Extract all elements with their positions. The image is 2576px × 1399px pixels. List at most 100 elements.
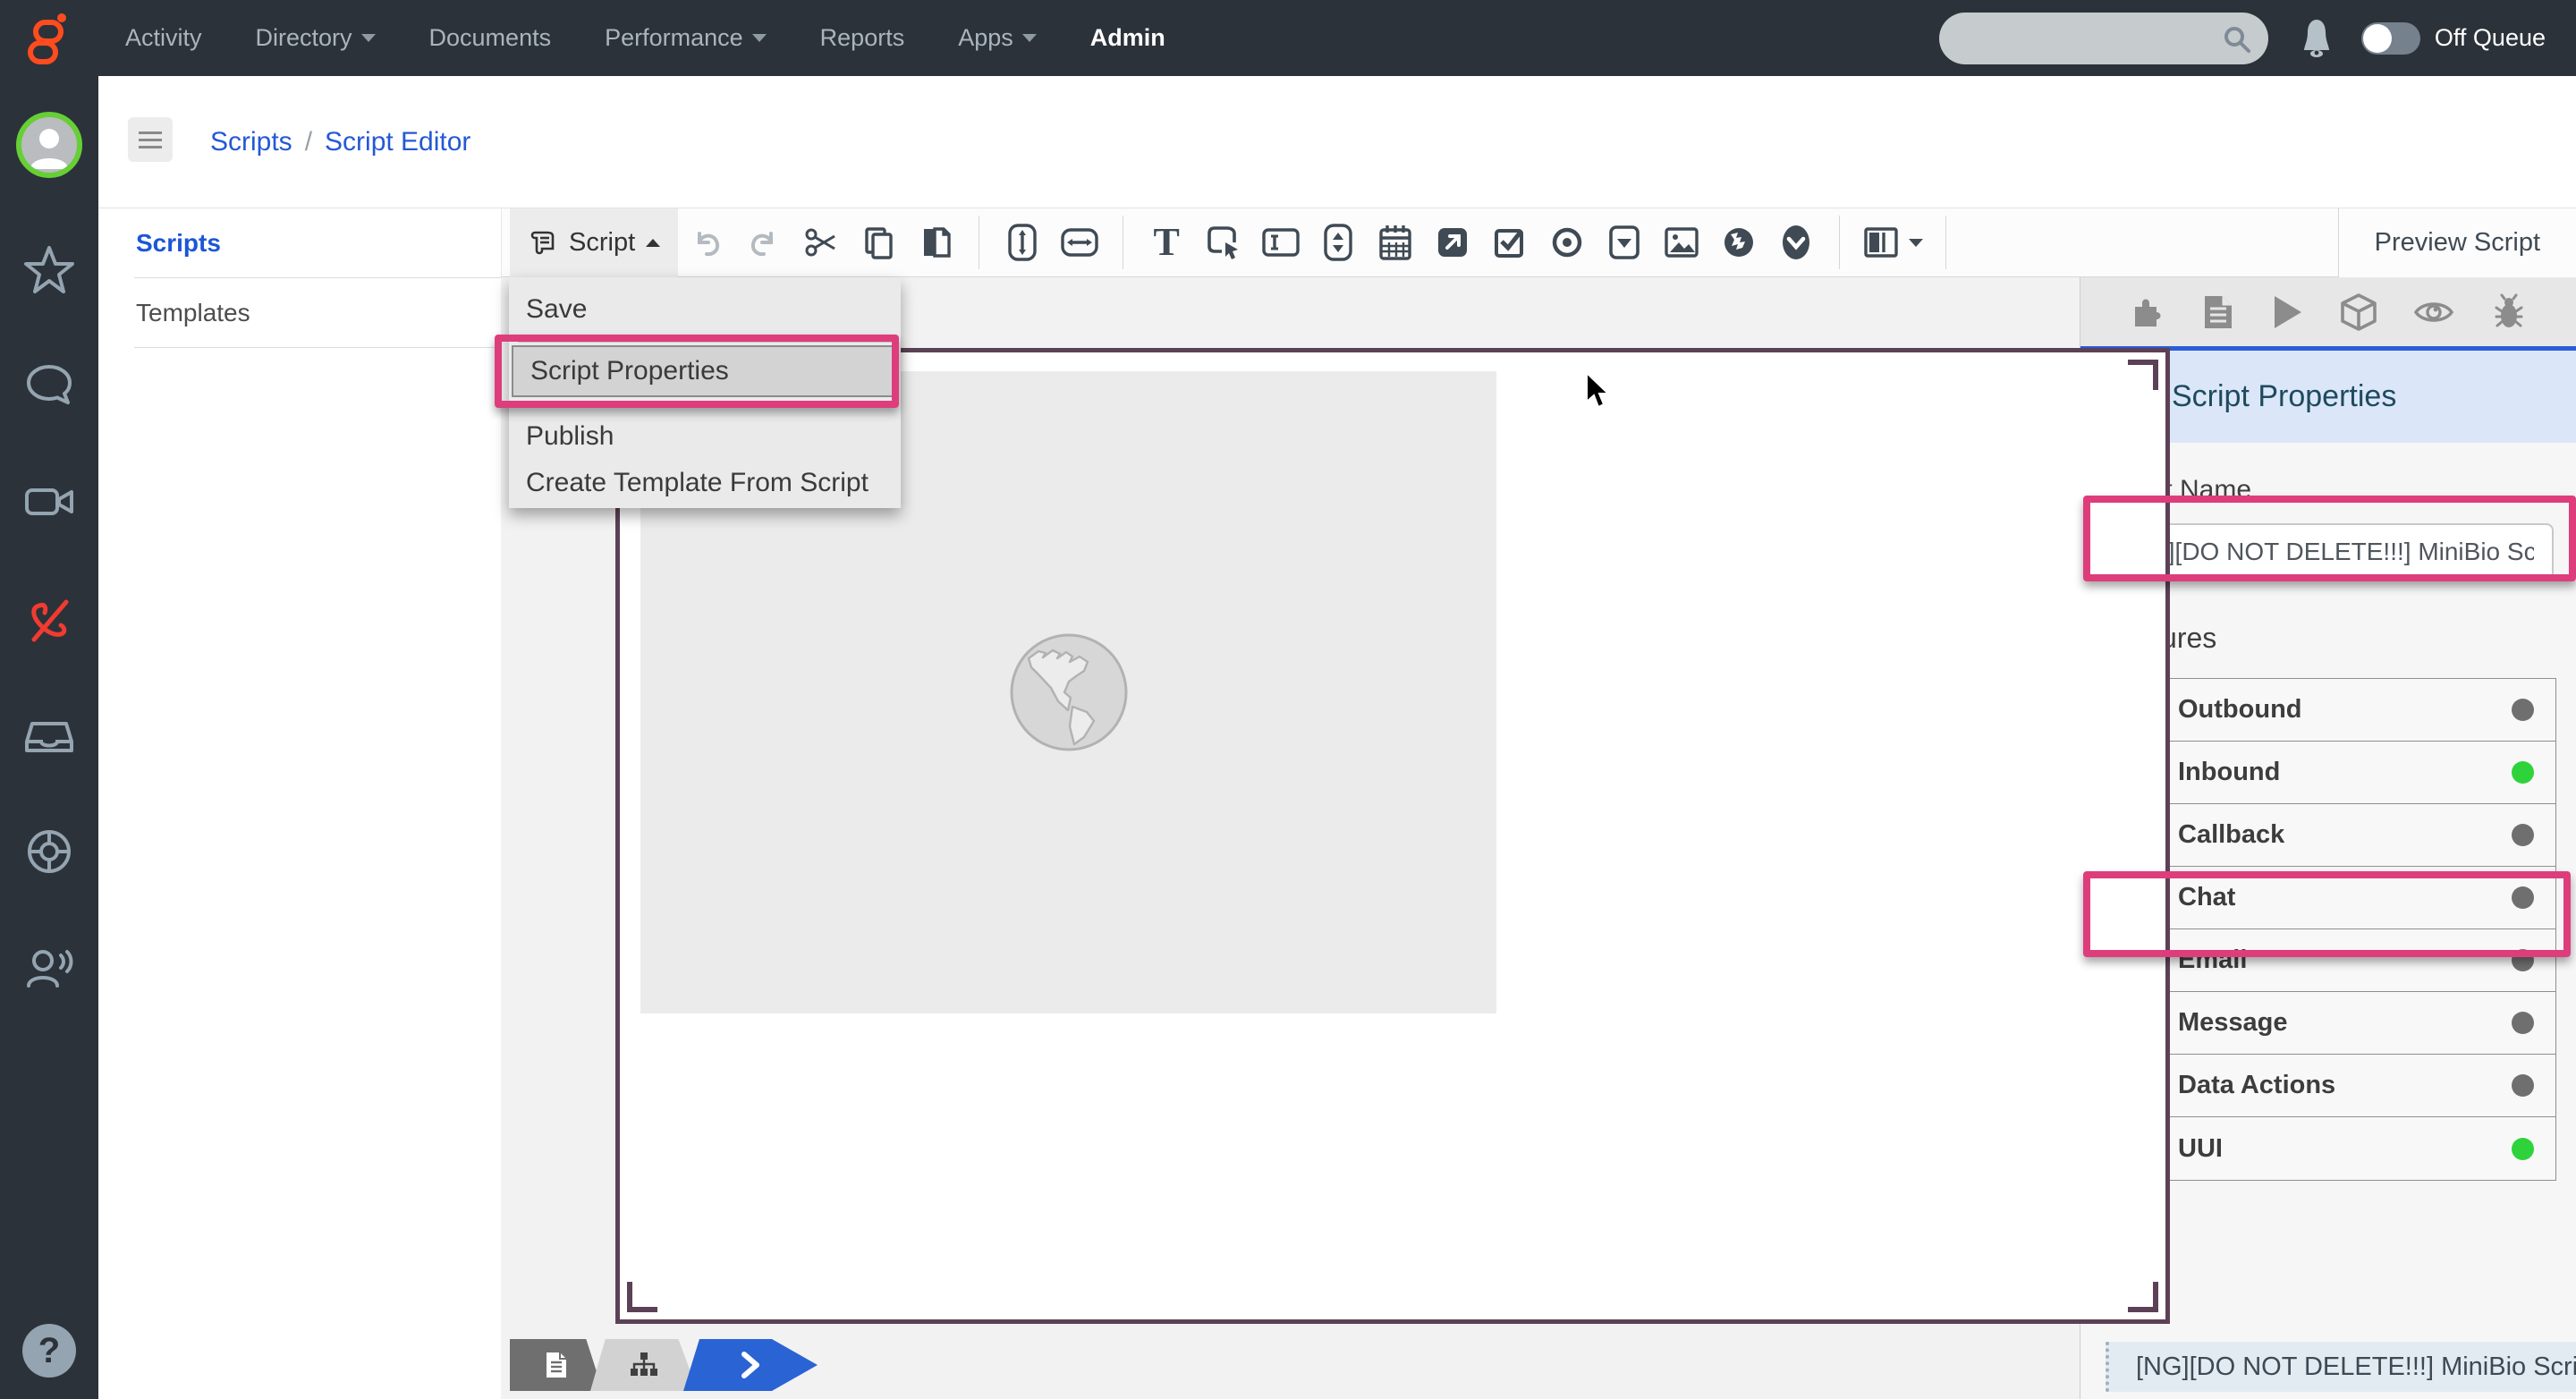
genesys-logo[interactable]	[0, 0, 98, 76]
editor-toolbar: Script T	[501, 208, 2576, 277]
feature-row-data-actions[interactable]: Data Actions	[2105, 1055, 2555, 1117]
input-component-button[interactable]	[1260, 216, 1301, 269]
main-content: Scripts / Script Editor Scripts Template…	[98, 76, 2576, 1399]
feature-status-dot	[2512, 949, 2534, 971]
nav-item-apps[interactable]: Apps	[931, 24, 1063, 52]
search-input[interactable]	[1939, 13, 2268, 64]
agent-speaking-icon[interactable]	[21, 941, 77, 996]
text-component-button[interactable]: T	[1146, 216, 1187, 269]
variables-cube-icon[interactable]	[2341, 293, 2377, 331]
nav-list-item-templates[interactable]: Templates	[98, 278, 501, 347]
feature-row-uui[interactable]: UUI	[2105, 1117, 2555, 1180]
chevron-down-icon	[1022, 34, 1037, 42]
chat-icon[interactable]	[21, 358, 77, 413]
favorites-star-icon[interactable]	[21, 242, 77, 298]
help-question-icon[interactable]: ?	[22, 1324, 76, 1378]
nav-item-documents[interactable]: Documents	[402, 24, 579, 52]
inbox-icon[interactable]	[21, 708, 77, 763]
feature-status-dot	[2512, 699, 2534, 721]
feature-label: UUI	[2178, 1134, 2223, 1164]
layout-panel-button[interactable]	[1862, 216, 1923, 269]
user-avatar[interactable]	[16, 112, 82, 178]
undo-button[interactable]	[686, 216, 727, 269]
nav-item-performance[interactable]: Performance	[578, 24, 793, 52]
feature-status-dot	[2512, 1012, 2534, 1034]
hyperlink-button[interactable]	[1432, 216, 1473, 269]
menu-divider	[518, 342, 892, 343]
page-tab-current[interactable]	[510, 1339, 603, 1391]
breadcrumb-scripts-link[interactable]: Scripts	[210, 127, 292, 157]
redo-button[interactable]	[743, 216, 784, 269]
nav-label: Directory	[256, 24, 352, 52]
canvas-corner-mark	[2128, 1282, 2158, 1312]
menu-item-publish[interactable]: Publish	[509, 413, 901, 460]
scripts-nav-panel: Scripts Templates	[98, 208, 501, 1399]
breadcrumb-separator: /	[305, 127, 312, 157]
button-component-button[interactable]	[1203, 216, 1244, 269]
image-component-button[interactable]	[1661, 216, 1702, 269]
page-tabs	[510, 1339, 818, 1391]
run-play-icon[interactable]	[2271, 294, 2303, 330]
script-menu-button[interactable]: Script	[510, 208, 678, 277]
chevron-down-icon	[1909, 239, 1923, 247]
nav-item-reports[interactable]: Reports	[793, 24, 932, 52]
feature-row-message[interactable]: Message	[2105, 992, 2555, 1055]
queue-toggle[interactable]	[2361, 22, 2420, 55]
copy-button[interactable]	[858, 216, 899, 269]
script-document-icon[interactable]	[2203, 294, 2233, 330]
visibility-eye-icon[interactable]	[2414, 298, 2453, 326]
breadcrumb: Scripts / Script Editor	[210, 76, 470, 208]
cut-button[interactable]	[801, 216, 842, 269]
feature-row-inbound[interactable]: Inbound	[2105, 742, 2555, 804]
menu-hamburger-button[interactable]	[128, 117, 173, 162]
nav-item-directory[interactable]: Directory	[229, 24, 402, 52]
menu-item-save[interactable]: Save	[509, 277, 901, 342]
feature-status-dot	[2512, 1138, 2534, 1160]
web-component-button[interactable]	[1718, 216, 1759, 269]
search-icon[interactable]	[2222, 24, 2252, 55]
feature-label: Inbound	[2178, 758, 2280, 787]
current-script-chip-label: [NG][DO NOT DELETE!!!] MiniBio Script	[2136, 1352, 2576, 1382]
preview-script-button[interactable]: Preview Script	[2338, 208, 2576, 277]
checkbox-component-button[interactable]	[1489, 216, 1530, 269]
feature-row-callback[interactable]: Callback	[2105, 804, 2555, 867]
components-puzzle-icon[interactable]	[2130, 294, 2165, 330]
feature-status-dot	[2512, 886, 2534, 909]
page-tree-tab[interactable]	[590, 1339, 698, 1391]
menu-item-script-properties[interactable]: Script Properties	[512, 345, 898, 397]
paste-button[interactable]	[915, 216, 956, 269]
globe-placeholder-icon	[979, 603, 1158, 782]
feature-row-outbound[interactable]: Outbound	[2105, 679, 2555, 742]
video-icon[interactable]	[21, 474, 77, 530]
dropdown-component-button[interactable]	[1604, 216, 1645, 269]
debug-bug-icon[interactable]	[2491, 293, 2527, 331]
help-ring-icon[interactable]	[21, 824, 77, 879]
features-label: Features	[2104, 622, 2553, 655]
vertical-spacer-button[interactable]	[1002, 216, 1043, 269]
radio-component-button[interactable]	[1546, 216, 1588, 269]
nav-label: Apps	[958, 24, 1013, 52]
calendar-button[interactable]	[1375, 216, 1416, 269]
add-page-arrow-tab[interactable]	[683, 1339, 818, 1391]
feature-row-chat[interactable]: Chat	[2105, 867, 2555, 929]
script-dropdown-menu: Save Script Properties Publish Create Te…	[509, 277, 901, 508]
nav-label: Admin	[1090, 24, 1165, 52]
script-name-label: Script Name	[2104, 475, 2553, 505]
bell-icon[interactable]	[2299, 18, 2334, 59]
nav-label: Reports	[820, 24, 905, 52]
horizontal-spacer-button[interactable]	[1059, 216, 1100, 269]
current-script-chip[interactable]: [NG][DO NOT DELETE!!!] MiniBio Script	[2106, 1342, 2576, 1392]
breadcrumb-script-editor-link[interactable]: Script Editor	[325, 127, 470, 157]
phone-disabled-icon[interactable]	[21, 593, 77, 649]
mouse-cursor	[1583, 371, 1614, 411]
nav-list-item-scripts[interactable]: Scripts	[98, 208, 501, 277]
chevron-down-icon	[752, 34, 767, 42]
collapse-component-button[interactable]	[1775, 216, 1817, 269]
nav-item-activity[interactable]: Activity	[98, 24, 229, 52]
script-name-input[interactable]	[2104, 523, 2554, 581]
off-queue-label: Off Queue	[2435, 24, 2546, 52]
number-spinner-button[interactable]	[1318, 216, 1359, 269]
feature-row-email[interactable]: Email	[2105, 929, 2555, 992]
menu-item-create-template[interactable]: Create Template From Script	[509, 460, 901, 506]
nav-item-admin[interactable]: Admin	[1063, 24, 1192, 52]
